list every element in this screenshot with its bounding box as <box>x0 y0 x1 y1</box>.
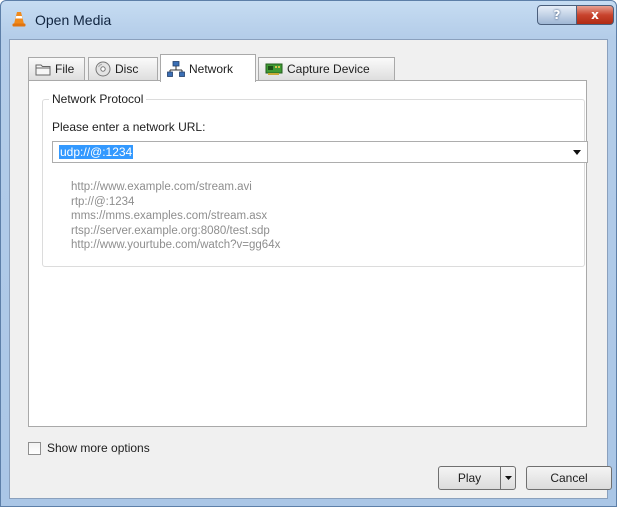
url-example: rtp://@:1234 <box>71 195 135 208</box>
network-panel: Network Protocol Please enter a network … <box>28 80 588 427</box>
url-input-value[interactable]: udp://@:1234 <box>59 145 134 159</box>
play-button[interactable]: Play <box>438 466 501 490</box>
tab-network[interactable]: Network <box>160 54 256 82</box>
show-more-options[interactable]: Show more options <box>28 441 150 455</box>
dropdown-arrow-icon <box>504 476 512 480</box>
title-bar: Open Media ? x <box>1 1 616 39</box>
url-examples-list: http://www.example.com/stream.avi rtp://… <box>71 180 280 253</box>
vlc-cone-icon <box>11 11 27 27</box>
url-example: mms://mms.examples.com/stream.asx <box>71 210 268 222</box>
network-icon <box>167 60 185 77</box>
disc-icon <box>95 61 111 77</box>
url-example: rtsp://server.example.org:8080/test.sdp <box>71 224 270 237</box>
tab-label: File <box>55 62 75 76</box>
tab-label: Network <box>189 61 234 76</box>
window-title: Open Media <box>35 12 112 28</box>
tab-capture-device[interactable]: Capture Device <box>258 57 395 80</box>
close-icon: x <box>591 8 599 22</box>
dropdown-arrow-icon[interactable] <box>567 142 587 162</box>
show-more-options-label: Show more options <box>47 441 150 455</box>
tab-label: Disc <box>115 62 139 76</box>
help-button[interactable]: ? <box>537 5 577 25</box>
play-options-dropdown[interactable] <box>500 466 516 490</box>
network-url-combobox[interactable]: udp://@:1234 <box>52 141 588 163</box>
dialog-body: File Disc Network Capture Device Network… <box>9 39 612 499</box>
tab-disc[interactable]: Disc <box>88 57 158 80</box>
close-button[interactable]: x <box>576 5 614 25</box>
capture-card-icon <box>265 62 283 76</box>
network-protocol-group: Network Protocol Please enter a network … <box>42 92 588 267</box>
tab-label: Capture Device <box>287 62 370 76</box>
folder-icon <box>35 63 51 76</box>
group-title: Network Protocol <box>49 92 147 106</box>
tab-file[interactable]: File <box>28 57 85 80</box>
url-example: http://www.yourtube.com/watch?v=gg64x <box>71 239 281 251</box>
open-media-window: Open Media ? x File Disc Network Capture… <box>0 0 617 507</box>
url-label: Please enter a network URL: <box>52 120 206 134</box>
cancel-button[interactable]: Cancel <box>526 466 612 490</box>
url-example: http://www.example.com/stream.avi <box>71 181 252 193</box>
show-more-options-checkbox[interactable] <box>28 441 41 455</box>
